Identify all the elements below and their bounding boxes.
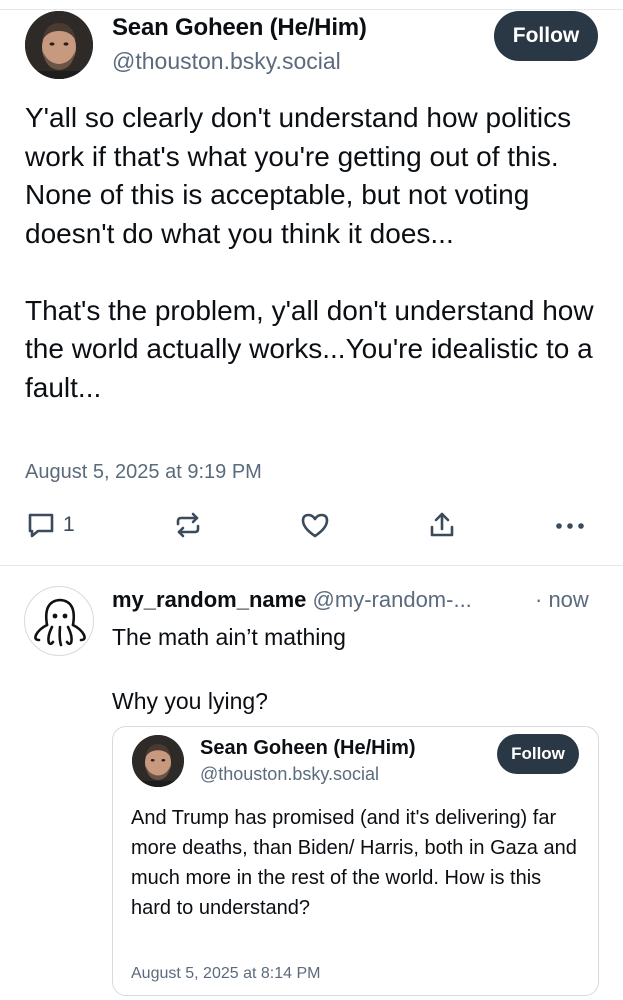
share-button[interactable] bbox=[426, 505, 458, 545]
author-handle[interactable]: @thouston.bsky.social bbox=[112, 48, 341, 75]
reply-text: The math ain’t mathing Why you lying? bbox=[112, 624, 346, 714]
reply-button[interactable]: 1 bbox=[25, 505, 75, 545]
octopus-icon bbox=[25, 598, 93, 655]
quoted-post-text: And Trump has promised (and it's deliver… bbox=[131, 807, 583, 919]
like-icon bbox=[299, 509, 331, 541]
main-post: Sean Goheen (He/Him) @thouston.bsky.soci… bbox=[0, 0, 623, 566]
author-avatar[interactable] bbox=[25, 11, 93, 79]
post-actions: 1 bbox=[0, 505, 623, 545]
quoted-author-avatar[interactable] bbox=[132, 735, 184, 787]
post-date[interactable]: August 5, 2025 at 9:19 PM bbox=[25, 461, 262, 484]
quoted-author-name[interactable]: Sean Goheen (He/Him) bbox=[200, 737, 416, 760]
reply-timestamp: · now bbox=[535, 587, 589, 612]
quoted-author-handle[interactable]: @thouston.bsky.social bbox=[200, 764, 379, 785]
post-text: Y'all so clearly don't understand how po… bbox=[25, 102, 594, 403]
reply-author-name[interactable]: my_random_name bbox=[112, 587, 306, 612]
more-icon bbox=[553, 509, 587, 541]
share-icon bbox=[426, 509, 458, 541]
quoted-post-date[interactable]: August 5, 2025 at 8:14 PM bbox=[131, 965, 320, 983]
quoted-post-card[interactable]: Sean Goheen (He/Him) @thouston.bsky.soci… bbox=[112, 726, 599, 996]
reply-header: my_random_name @my-random-... bbox=[112, 587, 472, 613]
post-divider bbox=[0, 565, 623, 566]
reply-avatar[interactable] bbox=[24, 586, 94, 656]
reply-icon bbox=[25, 509, 57, 541]
quoted-follow-button[interactable]: Follow bbox=[497, 734, 579, 774]
repost-icon bbox=[172, 509, 204, 541]
reply-count: 1 bbox=[63, 513, 75, 536]
reply-author-handle[interactable]: @my-random-... bbox=[313, 587, 472, 612]
like-button[interactable] bbox=[299, 505, 331, 545]
more-options-button[interactable] bbox=[553, 505, 587, 545]
follow-button[interactable]: Follow bbox=[494, 11, 598, 61]
repost-button[interactable] bbox=[172, 505, 204, 545]
author-name[interactable]: Sean Goheen (He/Him) bbox=[112, 14, 367, 42]
